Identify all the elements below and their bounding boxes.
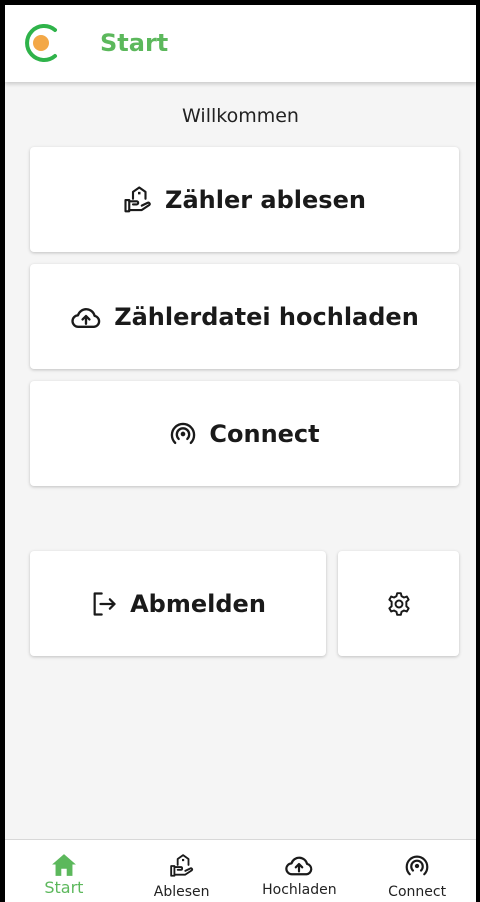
broadcast-icon xyxy=(171,422,196,444)
nav-item-ablesen[interactable]: Ablesen xyxy=(123,840,241,902)
read-meter-button[interactable]: Zähler ablesen xyxy=(30,147,459,252)
welcome-text: Willkommen xyxy=(182,105,299,127)
home-icon xyxy=(51,854,76,876)
house-hand-icon xyxy=(169,854,193,877)
nav-item-connect[interactable]: Connect xyxy=(358,840,476,902)
page-title: Start xyxy=(100,29,169,57)
house-hand-icon xyxy=(124,185,151,212)
cloud-upload-icon xyxy=(285,856,313,876)
upload-file-label: Zählerdatei hochladen xyxy=(114,302,419,331)
app-frame: Start Willkommen Zähler ablesen Zählerda… xyxy=(5,5,476,902)
nav-item-label: Connect xyxy=(388,884,447,900)
app-bar: Start xyxy=(5,5,476,82)
nav-item-start[interactable]: Start xyxy=(5,840,123,902)
nav-item-label: Hochladen xyxy=(262,882,337,898)
logout-icon xyxy=(93,591,116,616)
cloud-upload-icon xyxy=(71,307,101,328)
gear-icon xyxy=(387,591,410,616)
upload-file-button[interactable]: Zählerdatei hochladen xyxy=(30,264,459,369)
bottom-nav: Start Ablesen Hochladen Connect xyxy=(5,839,476,902)
nav-item-label: Ablesen xyxy=(153,884,210,900)
broadcast-icon xyxy=(405,855,429,876)
read-meter-label: Zähler ablesen xyxy=(165,185,366,214)
nav-item-hochladen[interactable]: Hochladen xyxy=(241,840,359,902)
connect-label: Connect xyxy=(209,419,320,448)
logout-button[interactable]: Abmelden xyxy=(30,551,326,656)
settings-button[interactable] xyxy=(338,551,459,656)
logout-label: Abmelden xyxy=(130,589,266,618)
connect-button[interactable]: Connect xyxy=(30,381,459,486)
app-logo-icon xyxy=(25,24,57,62)
nav-item-label: Start xyxy=(44,878,84,897)
